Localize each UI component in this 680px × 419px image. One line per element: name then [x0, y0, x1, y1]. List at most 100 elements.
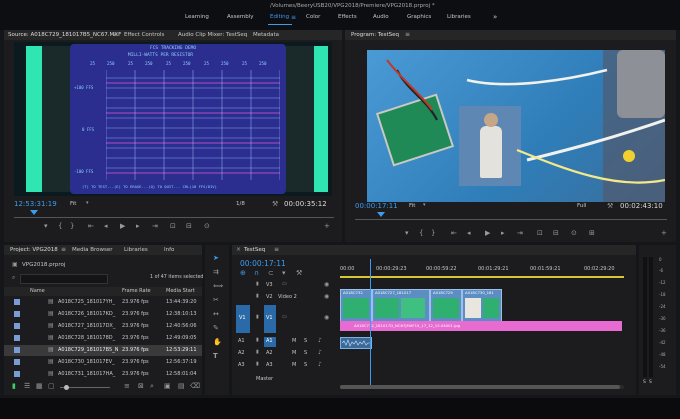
playhead-line[interactable]: [370, 259, 371, 389]
column-frame-rate[interactable]: Frame Rate: [122, 289, 151, 294]
tab-source[interactable]: Source: A018C729_181017B5_NC67.MXF: [8, 32, 121, 38]
timeline-menu-icon[interactable]: ≡: [274, 246, 279, 253]
insert-icon[interactable]: ⊡: [170, 223, 176, 230]
program-mark-out-icon[interactable]: {: [419, 230, 423, 237]
program-go-to-out-icon[interactable]: ⇥: [517, 230, 523, 237]
timeline-timecode[interactable]: 00:00:17:11: [240, 260, 286, 268]
list-item-selected[interactable]: ▤ A018C729_181017B5_N 23.976 fps 12:53:2…: [4, 345, 202, 356]
tab-libraries[interactable]: Libraries: [124, 247, 148, 253]
list-item[interactable]: ▤ A018C730_181017EV_ 23.976 fps 12:56:37…: [4, 357, 202, 368]
search-icon[interactable]: ⌕: [12, 275, 15, 281]
clip-v2[interactable]: A018C730_181: [462, 289, 502, 323]
tab-media-browser[interactable]: Media Browser: [72, 247, 113, 253]
go-to-in-icon[interactable]: ⇤: [88, 223, 94, 230]
solo-left-button[interactable]: S: [643, 380, 646, 386]
chevron-down-icon[interactable]: ▾: [86, 201, 89, 206]
workspace-assembly[interactable]: Assembly: [227, 14, 254, 20]
program-mark-in-icon[interactable]: ▾: [405, 230, 409, 237]
track-lock-icon[interactable]: ▮: [256, 350, 259, 355]
mute-button[interactable]: M: [292, 351, 296, 356]
label-color-chip[interactable]: [14, 371, 20, 377]
step-back-icon[interactable]: ◂: [104, 223, 108, 230]
clip-v2[interactable]: A018C729: [430, 289, 462, 323]
label-color-chip[interactable]: [14, 299, 20, 305]
microphone-icon[interactable]: ♪: [318, 362, 322, 368]
clip-v2[interactable]: A018C727_181017: [372, 289, 430, 323]
timeline-close-icon[interactable]: ×: [236, 247, 241, 253]
clip-v1[interactable]: A018C732_181017D_NC67|MXF15_17_12_15.040…: [340, 321, 622, 331]
tab-program[interactable]: Program: TestSeq: [351, 32, 399, 38]
icon-view-icon[interactable]: ▦: [36, 383, 43, 390]
eye-icon[interactable]: ◉: [324, 294, 329, 300]
workspace-graphics[interactable]: Graphics: [407, 14, 431, 20]
snap-icon[interactable]: ∩: [254, 270, 259, 277]
new-bin-icon[interactable]: ▣: [164, 383, 171, 390]
type-tool-icon[interactable]: T: [213, 353, 218, 360]
program-mark-clip-icon[interactable]: }: [431, 230, 435, 237]
camera-icon[interactable]: ⊙: [204, 223, 210, 230]
source-video-frame[interactable]: FCS TRACKING DEMO MILLI-WATTS PER RESIST…: [14, 42, 332, 196]
microphone-icon[interactable]: ♪: [318, 338, 322, 344]
nest-icon[interactable]: ⊕: [240, 270, 246, 277]
project-menu-icon[interactable]: ≡: [61, 246, 66, 253]
list-item[interactable]: ▤ A018C728_1810178D_ 23.976 fps 12:49:09…: [4, 333, 202, 344]
mute-button[interactable]: M: [292, 339, 296, 344]
source-menu-icon[interactable]: ≡: [113, 31, 118, 38]
new-item-icon[interactable]: ▤: [178, 383, 185, 390]
time-ruler[interactable]: 00:00 00:00:29:23 00:00:59:22 00:01:29:2…: [340, 265, 624, 279]
go-to-out-icon[interactable]: ⇥: [152, 223, 158, 230]
mute-button[interactable]: M: [292, 363, 296, 368]
tab-audio-clip-mixer[interactable]: Audio Clip Mixer: TestSeq: [178, 32, 247, 38]
pen-tool-icon[interactable]: ✎: [213, 325, 219, 332]
track-lock-icon[interactable]: ▮: [256, 315, 259, 320]
program-chevron-down-icon[interactable]: ▾: [423, 203, 426, 208]
wrench-icon[interactable]: ⚒: [272, 201, 278, 208]
microphone-icon[interactable]: ♪: [318, 350, 322, 356]
mark-clip-icon[interactable]: }: [70, 223, 74, 230]
mark-in-icon[interactable]: ▾: [44, 223, 48, 230]
timeline-tracks[interactable]: A018C732 A018C727_181017 A018C729 A018C7…: [340, 259, 624, 391]
eye-icon[interactable]: ◉: [324, 282, 329, 288]
list-item[interactable]: ▤ A018C727_181017DX_ 23.976 fps 12:40:56…: [4, 321, 202, 332]
label-color-chip[interactable]: [14, 311, 20, 317]
tab-project[interactable]: Project: VPG2018: [10, 247, 58, 253]
program-scrubber[interactable]: [355, 212, 667, 220]
program-add-button-icon[interactable]: +: [661, 230, 667, 237]
program-step-back-icon[interactable]: ◂: [467, 230, 471, 237]
zoom-slider[interactable]: [60, 385, 110, 390]
column-name[interactable]: Name: [30, 289, 45, 294]
column-media-start[interactable]: Media Start: [166, 289, 195, 294]
timeline-wrench-icon[interactable]: ⚒: [296, 270, 302, 277]
work-area-bar[interactable]: [340, 276, 624, 278]
sort-icon[interactable]: ≡: [124, 383, 130, 390]
automate-icon[interactable]: ⊠: [138, 383, 144, 390]
overwrite-icon[interactable]: ⊟: [186, 223, 192, 230]
selection-tool-icon[interactable]: ➤: [213, 255, 219, 262]
mark-out-icon[interactable]: {: [58, 223, 62, 230]
workspace-audio[interactable]: Audio: [373, 14, 389, 20]
zoom-slider-thumb[interactable]: [64, 385, 69, 390]
play-icon[interactable]: ▶: [120, 223, 125, 230]
hand-tool-icon[interactable]: ✋: [213, 339, 222, 346]
eye-icon[interactable]: ◉: [324, 315, 329, 321]
workspace-menu-icon[interactable]: ≡: [291, 14, 296, 21]
program-quality-select[interactable]: Full: [577, 203, 586, 210]
label-color-chip[interactable]: [14, 359, 20, 365]
program-menu-icon[interactable]: ≡: [405, 31, 410, 38]
program-fit-select[interactable]: Fit: [409, 203, 415, 210]
add-marker-icon[interactable]: ▾: [282, 270, 286, 277]
clip-v2[interactable]: A018C732: [340, 289, 372, 323]
timeline-scrollbar[interactable]: [340, 385, 624, 389]
workspace-overflow-button[interactable]: »: [493, 13, 497, 21]
tab-metadata[interactable]: Metadata: [253, 32, 279, 38]
program-step-forward-icon[interactable]: ▸: [501, 230, 505, 237]
program-wrench-icon[interactable]: ⚒: [607, 203, 613, 210]
toggle-sync-icon[interactable]: ▭: [282, 315, 287, 320]
label-color-chip[interactable]: [14, 335, 20, 341]
solo-button[interactable]: S: [304, 363, 307, 368]
workspace-libraries[interactable]: Libraries: [447, 14, 471, 20]
label-color-chip[interactable]: [14, 347, 20, 353]
workspace-learning[interactable]: Learning: [185, 14, 209, 20]
solo-button[interactable]: S: [304, 339, 307, 344]
source-resolution-select[interactable]: 1/8: [236, 201, 245, 208]
